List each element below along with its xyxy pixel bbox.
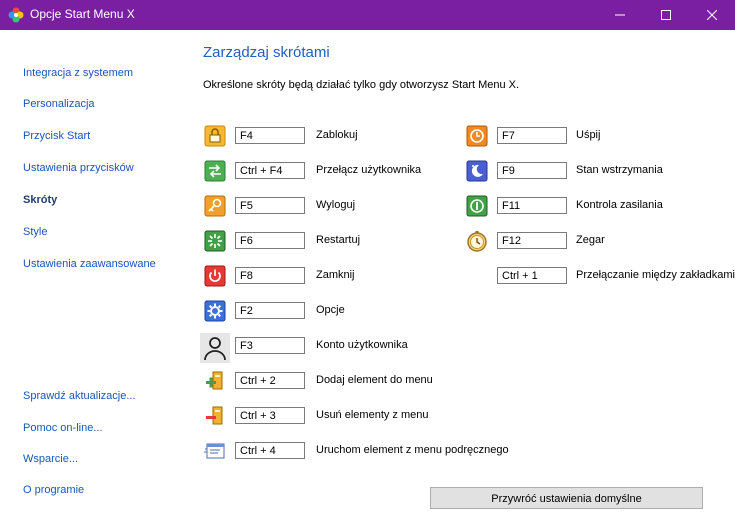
- options-shortcut-input[interactable]: [235, 302, 305, 319]
- restart-icon: [204, 230, 226, 252]
- add-to-menu-shortcut-input[interactable]: [235, 372, 305, 389]
- logoff-shortcut-label: Wyloguj: [316, 199, 356, 211]
- user-account-icon: [200, 333, 230, 363]
- about-link[interactable]: O programie: [23, 484, 84, 496]
- switch-user-shortcut-input[interactable]: [235, 162, 305, 179]
- sidebar-item-styles[interactable]: Style: [23, 226, 47, 238]
- maximize-icon: [661, 10, 671, 20]
- clock-icon: [466, 230, 488, 252]
- minimize-icon: [615, 14, 625, 16]
- page-title: Zarządzaj skrótami: [203, 44, 330, 61]
- run-context-item-shortcut-input[interactable]: [235, 442, 305, 459]
- switch-user-icon: [204, 160, 226, 182]
- sidebar-item-integration[interactable]: Integracja z systemem: [23, 67, 133, 79]
- restore-defaults-button[interactable]: Przywróć ustawienia domyślne: [430, 487, 703, 509]
- sidebar-item-start-button[interactable]: Przycisk Start: [23, 130, 90, 142]
- minimize-button[interactable]: [597, 0, 643, 30]
- lock-shortcut-input[interactable]: [235, 127, 305, 144]
- switch-user-shortcut-label: Przełącz użytkownika: [316, 164, 422, 176]
- shutdown-shortcut-label: Zamknij: [316, 269, 355, 281]
- run-context-item-icon: [204, 440, 226, 462]
- support-link[interactable]: Wsparcie...: [23, 453, 78, 465]
- remove-from-menu-shortcut-label: Usuń elementy z menu: [316, 409, 429, 421]
- logoff-shortcut-input[interactable]: [235, 197, 305, 214]
- restart-shortcut-label: Restartuj: [316, 234, 361, 246]
- add-to-menu-shortcut-label: Dodaj element do menu: [316, 374, 433, 386]
- power-icon: [204, 265, 226, 287]
- close-button[interactable]: [689, 0, 735, 30]
- shutdown-shortcut-input[interactable]: [235, 267, 305, 284]
- sidebar-item-button-settings[interactable]: Ustawienia przycisków: [23, 162, 134, 174]
- add-to-menu-icon: [204, 370, 226, 392]
- power-control-icon: [466, 195, 488, 217]
- sidebar-item-personalization[interactable]: Personalizacja: [23, 98, 95, 110]
- window-title: Opcje Start Menu X: [30, 7, 135, 21]
- lock-icon: [204, 125, 226, 147]
- app-clover-icon: [8, 7, 24, 23]
- tab-switch-shortcut-input[interactable]: [497, 267, 567, 284]
- remove-from-menu-icon: [204, 405, 226, 427]
- sleep-shortcut-input[interactable]: [497, 127, 567, 144]
- logoff-key-icon: [204, 195, 226, 217]
- options-shortcut-label: Opcje: [316, 304, 345, 316]
- sleep-icon: [466, 125, 488, 147]
- sidebar-item-shortcuts[interactable]: Skróty: [23, 194, 57, 206]
- sidebar-item-advanced[interactable]: Ustawienia zaawansowane: [23, 258, 156, 270]
- online-help-link[interactable]: Pomoc on-line...: [23, 422, 102, 434]
- clock-shortcut-label: Zegar: [576, 234, 605, 246]
- page-description: Określone skróty będą działać tylko gdy …: [203, 79, 520, 91]
- tab-switch-shortcut-label: Przełączanie między zakładkami: [576, 269, 735, 281]
- gear-icon: [204, 300, 226, 322]
- user-account-shortcut-input[interactable]: [235, 337, 305, 354]
- user-account-shortcut-label: Konto użytkownika: [316, 339, 408, 351]
- sleep-shortcut-label: Uśpij: [576, 129, 601, 141]
- close-icon: [707, 10, 717, 20]
- lock-shortcut-label: Zablokuj: [316, 129, 358, 141]
- restart-shortcut-input[interactable]: [235, 232, 305, 249]
- remove-from-menu-shortcut-input[interactable]: [235, 407, 305, 424]
- title-bar: Opcje Start Menu X: [0, 0, 735, 30]
- hibernate-moon-icon: [466, 160, 488, 182]
- run-context-item-shortcut-label: Uruchom element z menu podręcznego: [316, 444, 509, 456]
- maximize-button[interactable]: [643, 0, 689, 30]
- check-updates-link[interactable]: Sprawdź aktualizacje...: [23, 390, 136, 402]
- hibernate-shortcut-label: Stan wstrzymania: [576, 164, 663, 176]
- power-control-shortcut-input[interactable]: [497, 197, 567, 214]
- hibernate-shortcut-input[interactable]: [497, 162, 567, 179]
- clock-shortcut-input[interactable]: [497, 232, 567, 249]
- power-control-shortcut-label: Kontrola zasilania: [576, 199, 663, 211]
